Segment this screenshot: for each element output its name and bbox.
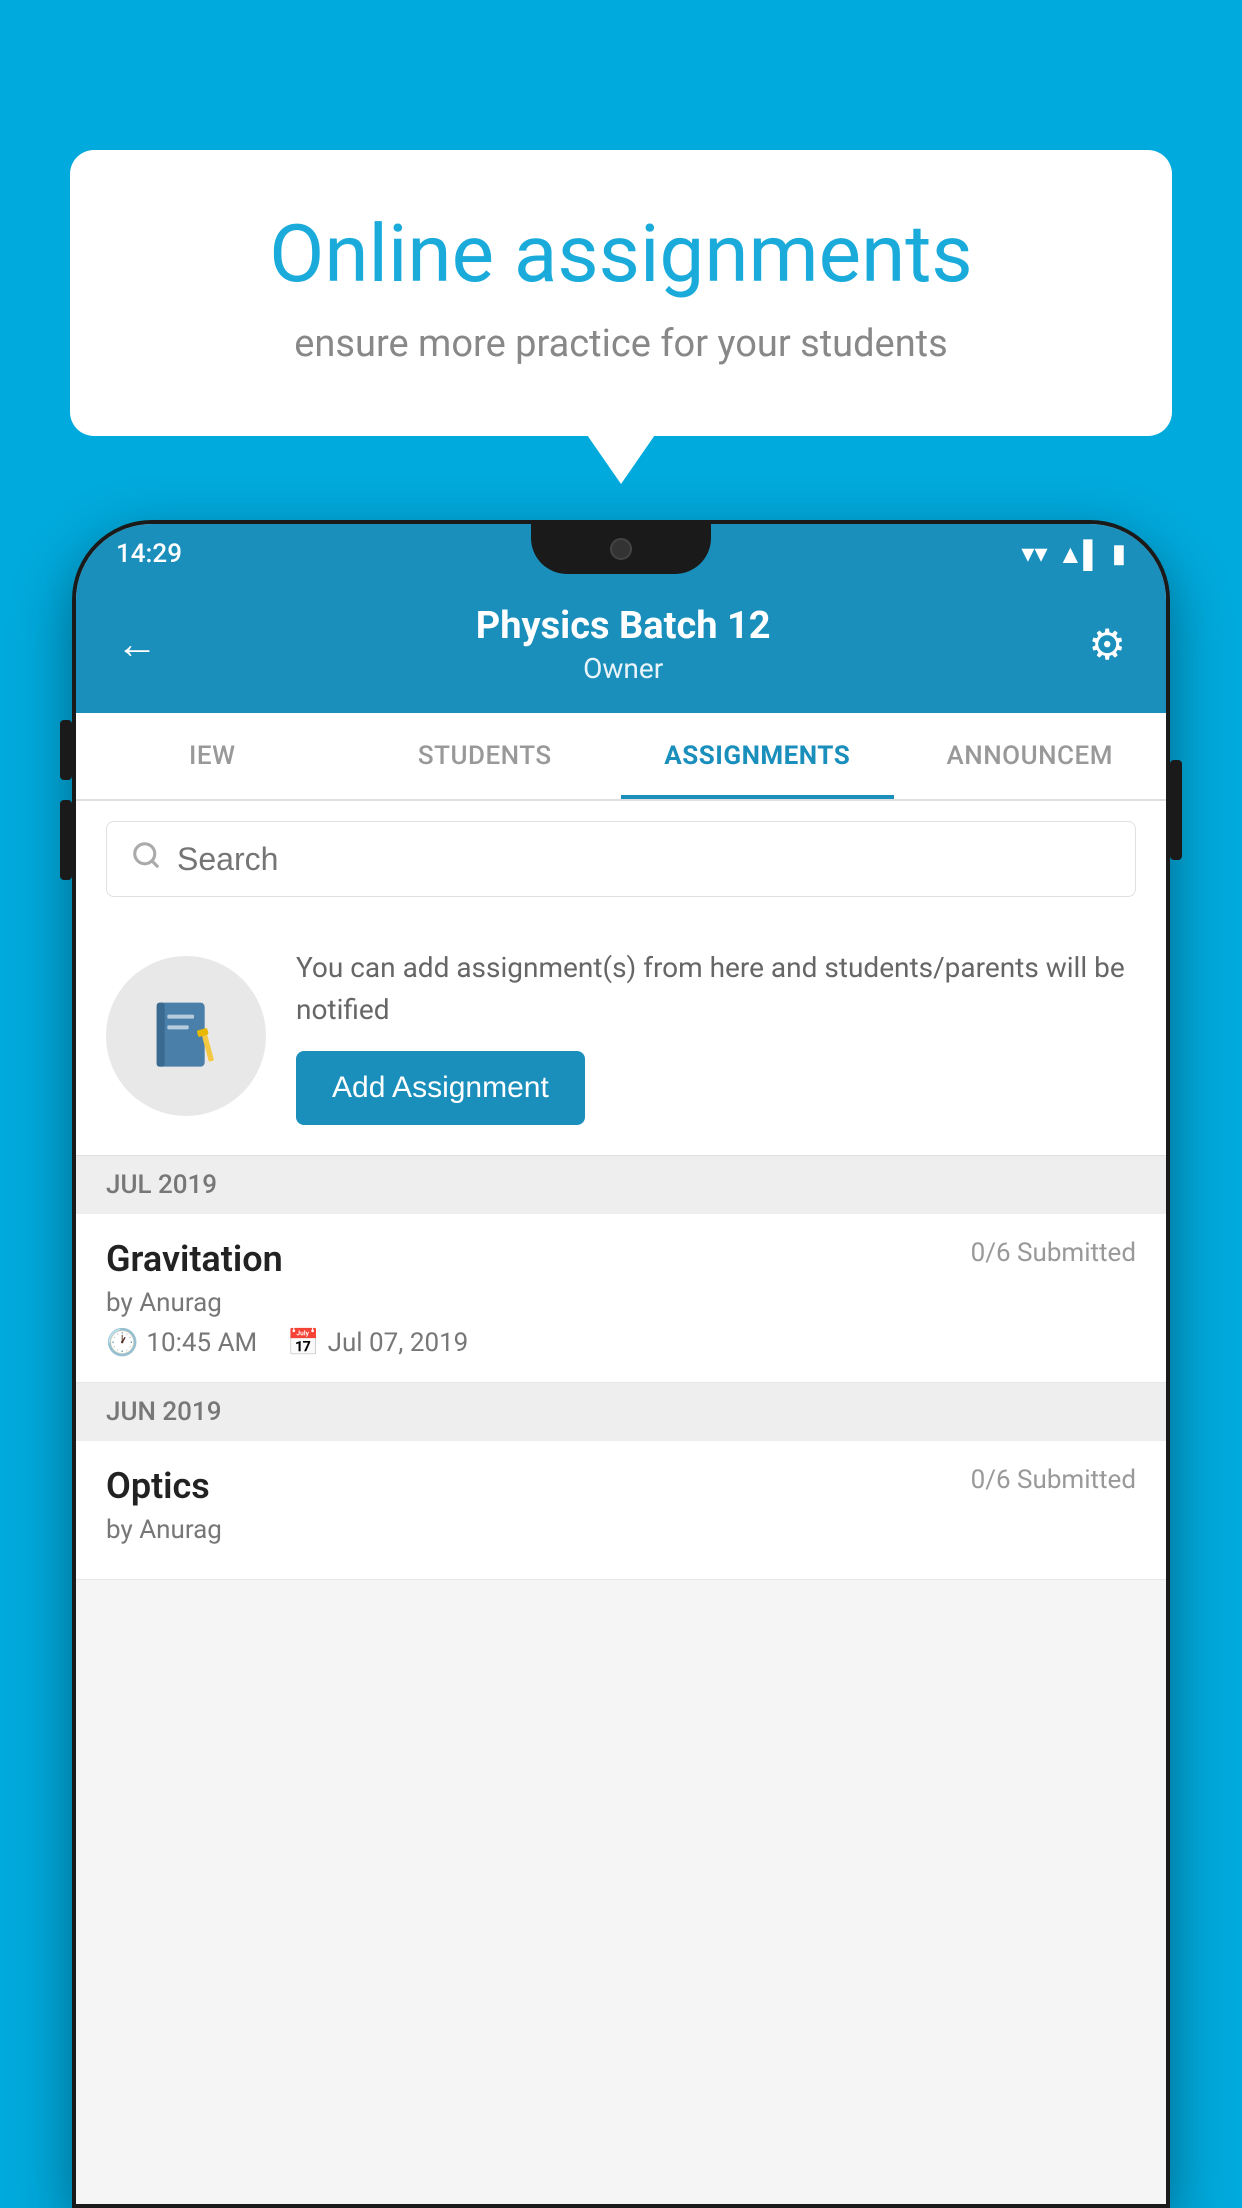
assignment-title: Gravitation bbox=[106, 1238, 283, 1280]
search-input[interactable] bbox=[177, 841, 1111, 878]
notebook-icon bbox=[146, 996, 226, 1076]
battery-icon: ▮ bbox=[1112, 539, 1126, 569]
back-button[interactable]: ← bbox=[116, 620, 158, 669]
add-assignment-button[interactable]: Add Assignment bbox=[296, 1051, 585, 1125]
promo-text: You can add assignment(s) from here and … bbox=[296, 947, 1136, 1031]
tabs-bar: IEW STUDENTS ASSIGNMENTS ANNOUNCEM bbox=[76, 713, 1166, 801]
tab-iew[interactable]: IEW bbox=[76, 713, 349, 799]
tab-assignments[interactable]: ASSIGNMENTS bbox=[621, 713, 894, 799]
phone-screen: 14:29 ▾▾ ▲▌ ▮ ← Physics Batch 12 Owner ⚙… bbox=[76, 524, 1166, 2204]
month-separator-jun: JUN 2019 bbox=[76, 1383, 1166, 1441]
assignment-date: 📅 Jul 07, 2019 bbox=[287, 1328, 468, 1358]
phone-notch bbox=[531, 524, 711, 574]
clock-icon: 🕐 bbox=[106, 1328, 138, 1358]
phone-wrapper: 14:29 ▾▾ ▲▌ ▮ ← Physics Batch 12 Owner ⚙… bbox=[72, 520, 1170, 2208]
header-title-group: Physics Batch 12 Owner bbox=[476, 604, 771, 685]
assignment-submitted: 0/6 Submitted bbox=[971, 1238, 1136, 1268]
power-button[interactable] bbox=[1170, 760, 1182, 860]
assignment-time: 🕐 10:45 AM bbox=[106, 1328, 257, 1358]
assignment-header: Gravitation 0/6 Submitted bbox=[106, 1238, 1136, 1280]
search-input-wrapper[interactable] bbox=[106, 821, 1136, 897]
assignment-author-optics: by Anurag bbox=[106, 1515, 1136, 1545]
month-separator-jul: JUL 2019 bbox=[76, 1156, 1166, 1214]
assignment-meta: 🕐 10:45 AM 📅 Jul 07, 2019 bbox=[106, 1328, 1136, 1358]
speech-bubble-section: Online assignments ensure more practice … bbox=[70, 150, 1172, 436]
vol-down-button[interactable] bbox=[60, 800, 72, 880]
tab-students[interactable]: STUDENTS bbox=[349, 713, 622, 799]
vol-up-button[interactable] bbox=[60, 720, 72, 780]
assignment-author: by Anurag bbox=[106, 1288, 1136, 1318]
status-time: 14:29 bbox=[116, 539, 182, 569]
signal-icon: ▲▌ bbox=[1058, 539, 1102, 570]
search-icon bbox=[131, 840, 161, 878]
wifi-icon: ▾▾ bbox=[1021, 539, 1047, 569]
promo-icon-circle bbox=[106, 956, 266, 1116]
assignment-submitted-optics: 0/6 Submitted bbox=[971, 1465, 1136, 1495]
settings-button[interactable]: ⚙ bbox=[1088, 620, 1126, 670]
assignment-date-value: Jul 07, 2019 bbox=[328, 1328, 469, 1358]
assignment-header-optics: Optics 0/6 Submitted bbox=[106, 1465, 1136, 1507]
assignment-item-optics[interactable]: Optics 0/6 Submitted by Anurag bbox=[76, 1441, 1166, 1580]
assignment-time-value: 10:45 AM bbox=[146, 1328, 257, 1358]
status-icons: ▾▾ ▲▌ ▮ bbox=[1021, 539, 1126, 570]
batch-subtitle: Owner bbox=[476, 652, 771, 685]
assignment-item-gravitation[interactable]: Gravitation 0/6 Submitted by Anurag 🕐 10… bbox=[76, 1214, 1166, 1383]
promo-card: You can add assignment(s) from here and … bbox=[76, 917, 1166, 1156]
calendar-icon: 📅 bbox=[287, 1328, 319, 1358]
phone-frame: 14:29 ▾▾ ▲▌ ▮ ← Physics Batch 12 Owner ⚙… bbox=[72, 520, 1170, 2208]
speech-bubble-title: Online assignments bbox=[150, 210, 1092, 298]
speech-bubble-card: Online assignments ensure more practice … bbox=[70, 150, 1172, 436]
speech-bubble-subtitle: ensure more practice for your students bbox=[150, 322, 1092, 366]
tab-announcements[interactable]: ANNOUNCEM bbox=[894, 713, 1167, 799]
search-container bbox=[76, 801, 1166, 917]
batch-title: Physics Batch 12 bbox=[476, 604, 771, 648]
app-header: ← Physics Batch 12 Owner ⚙ bbox=[76, 584, 1166, 713]
promo-content: You can add assignment(s) from here and … bbox=[296, 947, 1136, 1125]
front-camera bbox=[610, 538, 632, 560]
assignment-title-optics: Optics bbox=[106, 1465, 210, 1507]
